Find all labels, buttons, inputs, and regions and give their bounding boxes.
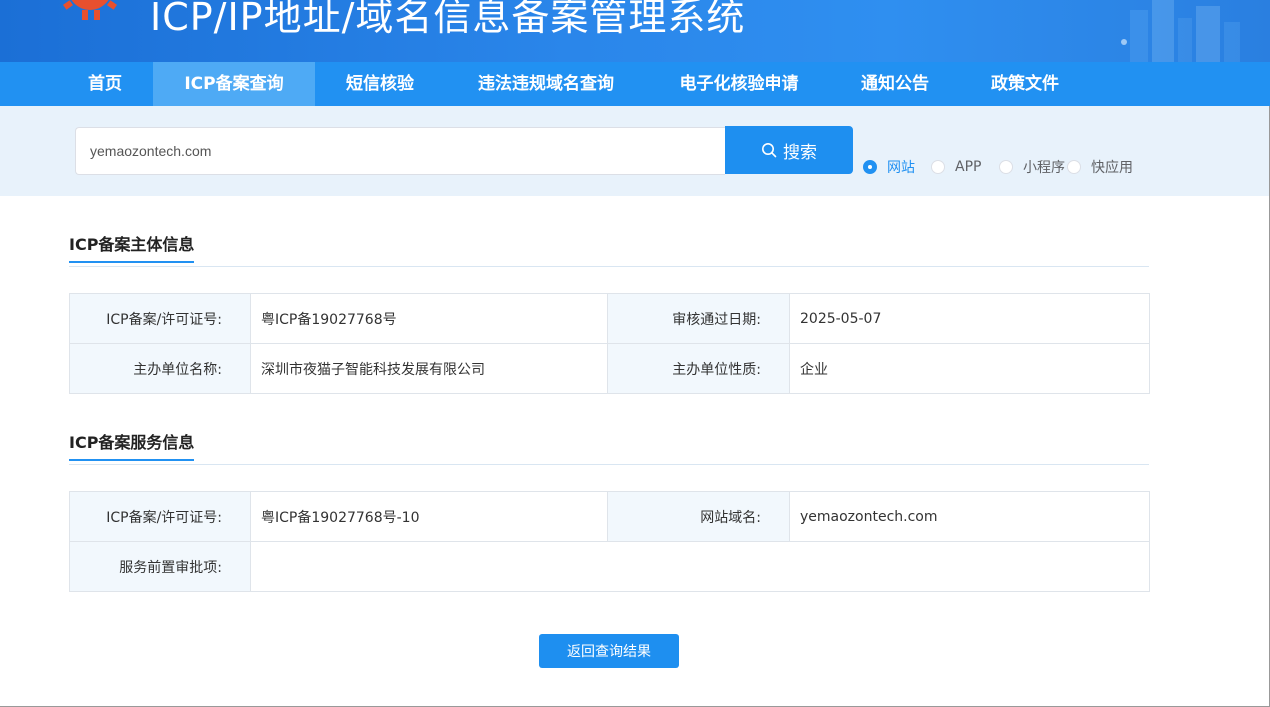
service-license-value: 粤ICP备19027768号-10 (250, 491, 608, 542)
table-row: 主办单位名称: 深圳市夜猫子智能科技发展有限公司 主办单位性质: 企业 (69, 343, 1150, 394)
nav-item-notices[interactable]: 通知公告 (846, 62, 944, 106)
nav-item-sms-verify[interactable]: 短信核验 (330, 62, 430, 106)
radio-mini-program[interactable]: 小程序 (999, 156, 1065, 178)
section-divider (69, 266, 1149, 267)
search-button[interactable]: 搜索 (725, 126, 853, 174)
field-label: 审核通过日期: (607, 293, 790, 344)
radio-website[interactable]: 网站 (863, 156, 915, 178)
nav-item-e-verify[interactable]: 电子化核验申请 (662, 62, 816, 106)
license-number-value: 粤ICP备19027768号 (250, 293, 608, 344)
radio-dot (931, 160, 945, 174)
field-label: 主办单位性质: (607, 343, 790, 394)
nav-item-illegal-domain[interactable]: 违法违规域名查询 (460, 62, 632, 106)
page-title: ICP/IP地址/域名信息备案管理系统 (150, 0, 746, 39)
search-icon (762, 143, 777, 158)
field-label: 主办单位名称: (69, 343, 251, 394)
search-area: 搜索 网站 APP 小程序 快应用 (0, 106, 1270, 196)
radio-quick-app-label: 快应用 (1091, 160, 1133, 176)
subject-info-heading: ICP备案主体信息 (69, 231, 195, 263)
field-label: 服务前置审批项: (69, 541, 251, 592)
back-to-results-button[interactable]: 返回查询结果 (539, 634, 679, 668)
nav-item-policies[interactable]: 政策文件 (975, 62, 1075, 106)
radio-app-label: APP (955, 159, 982, 175)
service-info-heading: ICP备案服务信息 (69, 429, 195, 461)
radio-website-label: 网站 (887, 160, 915, 176)
nav-item-icp-query[interactable]: ICP备案查询 (153, 62, 315, 106)
radio-mini-program-label: 小程序 (1023, 160, 1065, 176)
service-info-table: ICP备案/许可证号: 粤ICP备19027768号-10 网站域名: yema… (69, 491, 1150, 592)
gear-logo-icon (63, 0, 117, 20)
radio-dot (1067, 160, 1081, 174)
organizer-type-value: 企业 (789, 343, 1150, 394)
table-row: ICP备案/许可证号: 粤ICP备19027768号-10 网站域名: yema… (69, 491, 1150, 542)
field-label: 网站域名: (607, 491, 790, 542)
header-banner: ICP/IP地址/域名信息备案管理系统 (0, 0, 1270, 62)
radio-dot (863, 160, 877, 174)
skyline-decoration (1121, 0, 1240, 62)
field-label: ICP备案/许可证号: (69, 293, 251, 344)
radio-quick-app[interactable]: 快应用 (1067, 156, 1133, 178)
subject-info-table: ICP备案/许可证号: 粤ICP备19027768号 审核通过日期: 2025-… (69, 293, 1150, 394)
pre-approval-value (250, 541, 1150, 592)
field-label: ICP备案/许可证号: (69, 491, 251, 542)
radio-app[interactable]: APP (931, 156, 981, 178)
domain-value: yemaozontech.com (789, 491, 1150, 542)
main-nav: 首页 ICP备案查询 短信核验 违法违规域名查询 电子化核验申请 通知公告 政策… (0, 62, 1270, 106)
radio-dot (999, 160, 1013, 174)
search-button-label: 搜索 (783, 142, 817, 163)
nav-item-home[interactable]: 首页 (70, 62, 140, 106)
search-input[interactable] (75, 127, 725, 175)
table-row: ICP备案/许可证号: 粤ICP备19027768号 审核通过日期: 2025-… (69, 293, 1150, 344)
section-divider (69, 464, 1149, 465)
organizer-name-value: 深圳市夜猫子智能科技发展有限公司 (250, 343, 608, 394)
table-row: 服务前置审批项: (69, 541, 1150, 592)
approval-date-value: 2025-05-07 (789, 293, 1150, 344)
